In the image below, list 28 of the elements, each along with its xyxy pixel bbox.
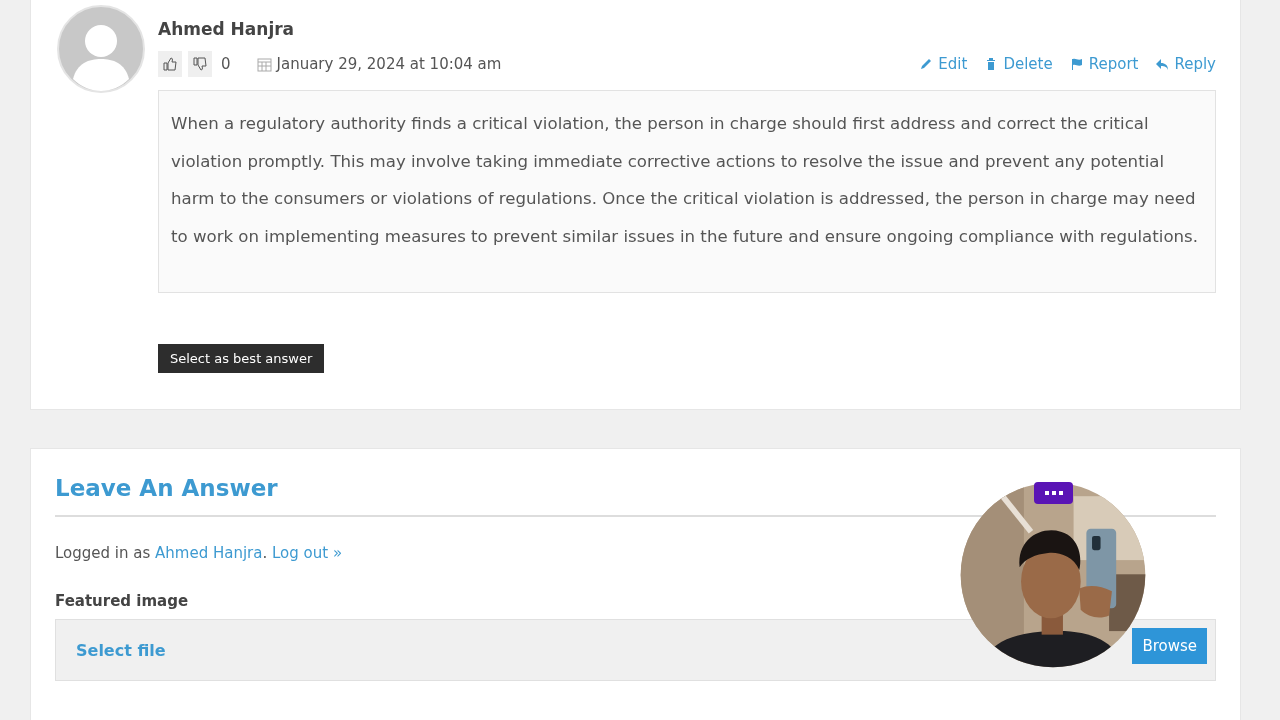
reply-icon bbox=[1155, 57, 1170, 71]
report-icon bbox=[1069, 57, 1084, 71]
edit-icon bbox=[919, 57, 934, 71]
form-title: Leave An Answer bbox=[55, 475, 278, 501]
thumbs-down-button[interactable] bbox=[188, 51, 212, 77]
author-name: Ahmed Hanjra bbox=[158, 19, 296, 39]
report-link[interactable]: Report bbox=[1069, 55, 1139, 73]
reply-link[interactable]: Reply bbox=[1155, 55, 1216, 73]
post-date: January 29, 2024 at 10:04 am bbox=[276, 55, 502, 73]
select-file-text: Select file bbox=[76, 640, 166, 660]
thumbs-up-button[interactable] bbox=[158, 51, 182, 77]
delete-link[interactable]: Delete bbox=[984, 55, 1053, 73]
thumbs-down-icon bbox=[193, 57, 207, 71]
user-link[interactable]: Ahmed Hanjra bbox=[155, 544, 263, 562]
more-options-button[interactable] bbox=[1034, 482, 1073, 504]
vote-count: 0 bbox=[221, 55, 231, 73]
calendar-icon bbox=[256, 56, 272, 72]
dots-icon bbox=[1043, 490, 1064, 496]
browse-button[interactable]: Browse bbox=[1132, 628, 1207, 664]
best-answer-button[interactable]: Select as best answer bbox=[158, 344, 325, 373]
logged-in-text: Logged in as Ahmed Hanjra. Log out » bbox=[55, 544, 344, 562]
thumbs-up-icon bbox=[163, 57, 177, 71]
field-label: Featured image bbox=[55, 592, 190, 610]
edit-link[interactable]: Edit bbox=[919, 55, 968, 73]
avatar-icon bbox=[57, 5, 145, 93]
log-out-link[interactable]: Log out » bbox=[272, 544, 343, 562]
answer-text: When a regulatory authority finds a critical violation, the person in charge should first address and correct the critical violation promptly. This may involve taking immediate corrective actions to resolve the issue and prevent any potential harm to the consumers or violations of regulations. Once the critical violation is addressed, the person in charge may need to work on implementing measures to prevent similar issues in the future and ensure ongoing compliance with regulations. bbox=[158, 90, 1216, 293]
file-field[interactable]: Select file Browse bbox=[55, 619, 1216, 681]
